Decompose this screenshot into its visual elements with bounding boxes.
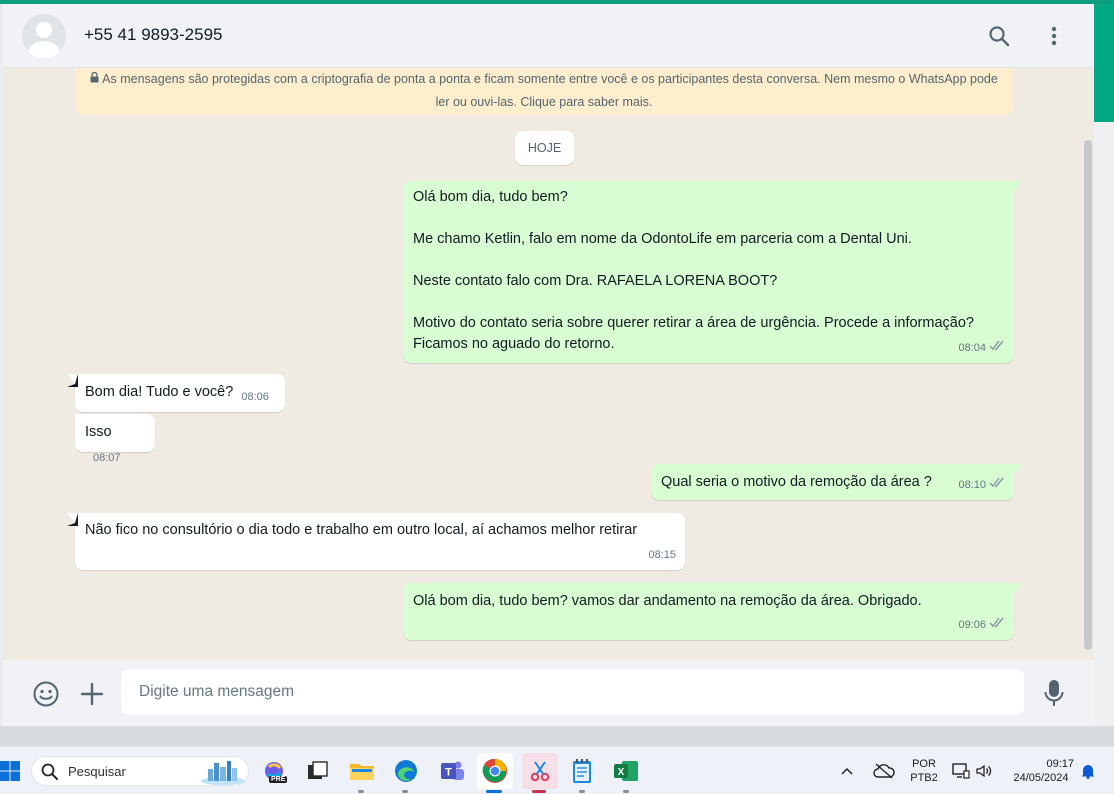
- chrome-active-indicator: [486, 790, 502, 793]
- chat-scrollbar[interactable]: [1084, 140, 1092, 650]
- message-meta: 08:15: [648, 545, 676, 566]
- message-text: Olá bom dia, tudo bem? Me chamo Ketlin, …: [413, 189, 974, 352]
- whatsapp-conversation-panel: +55 41 9893-2595 As mensagens são proteg…: [3, 4, 1094, 726]
- message-text: Qual seria o motivo da remoção da área ?: [661, 474, 932, 490]
- message-incoming[interactable]: Bom dia! Tudo e você? 08:06: [67, 374, 285, 412]
- language-line-2: PTB2: [910, 772, 938, 784]
- network-icon[interactable]: [948, 755, 974, 787]
- message-text: Bom dia! Tudo e você?: [85, 384, 234, 400]
- explorer-running-indicator: [358, 790, 364, 793]
- message-time: 08:07: [93, 452, 121, 464]
- message-meta: 08:10: [958, 475, 1005, 496]
- excel-running-indicator: [623, 790, 629, 793]
- taskbar-search[interactable]: Pesquisar: [31, 756, 249, 786]
- contact-name[interactable]: +55 41 9893-2595: [84, 25, 223, 45]
- message-outgoing[interactable]: Olá bom dia, tudo bem? Me chamo Ketlin, …: [403, 181, 1022, 363]
- desktop-background: [0, 726, 1114, 746]
- message-composer: [3, 660, 1094, 726]
- edge-browser-icon[interactable]: [390, 755, 422, 787]
- message-time: 09:06: [958, 619, 986, 631]
- input-language-indicator[interactable]: POR PTB2: [906, 757, 942, 785]
- message-outgoing[interactable]: Qual seria o motivo da remoção da área ?…: [651, 464, 1022, 500]
- encryption-notice-text: As mensagens são protegidas com a cripto…: [102, 72, 998, 109]
- message-time: 08:06: [241, 391, 269, 403]
- taskbar-search-label: Pesquisar: [68, 764, 126, 779]
- lock-icon: [90, 68, 99, 91]
- message-meta: 08:04: [958, 338, 1005, 359]
- snipping-active-indicator: [532, 790, 546, 793]
- menu-kebab-icon[interactable]: [1040, 22, 1068, 50]
- chrome-icon[interactable]: [477, 753, 513, 789]
- emoji-icon[interactable]: [32, 680, 60, 708]
- message-time: 08:15: [648, 549, 676, 561]
- system-clock[interactable]: 09:17 24/05/2024: [1004, 757, 1078, 785]
- microphone-icon[interactable]: [1042, 678, 1066, 708]
- search-icon[interactable]: [985, 22, 1013, 50]
- message-outgoing[interactable]: Olá bom dia, tudo bem? vamos dar andamen…: [403, 583, 1022, 640]
- message-meta: 08:06: [241, 387, 269, 408]
- message-text: Isso: [85, 424, 112, 440]
- excel-icon[interactable]: X: [610, 755, 642, 787]
- plus-attach-icon[interactable]: [79, 681, 105, 707]
- snipping-tool-icon[interactable]: [522, 753, 558, 789]
- copilot-pre-badge: PRE: [269, 776, 288, 783]
- message-input[interactable]: [121, 669, 1024, 715]
- conversation-header: +55 41 9893-2595: [3, 4, 1094, 68]
- onedrive-offline-icon[interactable]: [870, 755, 898, 787]
- right-side-pane: [1094, 122, 1114, 726]
- svg-text:T: T: [445, 767, 452, 779]
- date-chip: HOJE: [515, 131, 574, 165]
- message-meta: 08:07: [93, 448, 121, 469]
- clock-time: 09:17: [1046, 758, 1074, 770]
- task-view-icon[interactable]: [302, 755, 334, 787]
- notepad-icon[interactable]: [566, 755, 598, 787]
- clock-date: 24/05/2024: [1013, 772, 1069, 784]
- double-check-icon: [989, 615, 1005, 636]
- search-icon: [40, 762, 60, 787]
- message-meta: 09:06: [958, 615, 1005, 636]
- windows-taskbar: Pesquisar PRE T X POR PTB2 09:17 24/05/2…: [0, 746, 1114, 794]
- file-explorer-icon[interactable]: [346, 755, 378, 787]
- teams-icon[interactable]: T: [436, 755, 468, 787]
- message-text: Olá bom dia, tudo bem? vamos dar andamen…: [413, 593, 922, 609]
- message-list[interactable]: As mensagens são protegidas com a cripto…: [3, 68, 1094, 660]
- encryption-notice[interactable]: As mensagens são protegidas com a cripto…: [75, 68, 1013, 115]
- copilot-icon[interactable]: PRE: [258, 755, 290, 787]
- notepad-running-indicator: [579, 790, 585, 793]
- message-text: Não fico no consultório o dia todo e tra…: [85, 522, 638, 538]
- double-check-icon: [989, 475, 1005, 496]
- edge-running-indicator: [402, 790, 408, 793]
- contact-avatar[interactable]: [22, 14, 66, 58]
- svg-text:X: X: [618, 767, 625, 778]
- volume-icon[interactable]: [972, 755, 996, 787]
- double-check-icon: [989, 338, 1005, 359]
- message-time: 08:10: [958, 479, 986, 491]
- message-incoming[interactable]: Não fico no consultório o dia todo e tra…: [67, 513, 685, 570]
- windows-start-icon[interactable]: [0, 755, 26, 787]
- city-skyline-icon: [200, 759, 246, 790]
- message-time: 08:04: [958, 342, 986, 354]
- window-right-accent: [1094, 4, 1114, 122]
- notification-bell-icon[interactable]: [1078, 755, 1098, 787]
- language-line-1: POR: [912, 758, 936, 770]
- chevron-up-icon[interactable]: [837, 755, 857, 787]
- message-incoming[interactable]: Isso 08:07: [75, 414, 155, 464]
